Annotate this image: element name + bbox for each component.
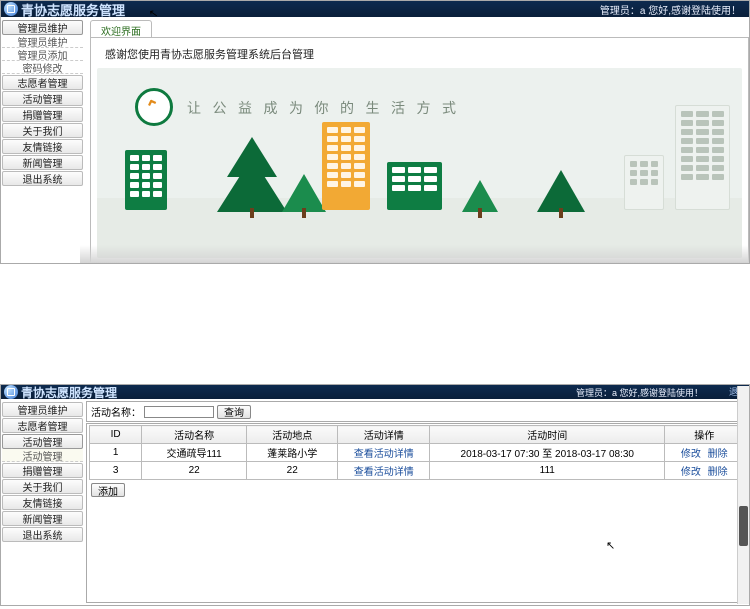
sidebar-item-exit[interactable]: 退出系统 xyxy=(2,527,83,542)
sidebar-sub-activity[interactable]: 活动管理 xyxy=(2,449,83,462)
activity-table: ID 活动名称 活动地点 活动详情 活动时间 操作 1 交通疏导111 蓬莱路小 xyxy=(89,425,744,480)
app-title: 青协志愿服务管理 xyxy=(21,384,117,401)
sidebar-item-links[interactable]: 友情链接 xyxy=(2,139,83,154)
screenshot-welcome: 青协志愿服务管理 管理员：a 您好,感谢登陆使用！ ↖ 管理员维护 管理员维护 … xyxy=(0,0,750,264)
col-detail: 活动详情 xyxy=(338,426,430,444)
cell-id: 1 xyxy=(90,444,142,462)
main-content: 活动名称： 查询 ID 活动名称 活动地点 活动详情 活动时 xyxy=(84,399,749,605)
sidebar-sub-password[interactable]: 密码修改 xyxy=(2,61,83,74)
search-button[interactable]: 查询 xyxy=(217,405,251,419)
sidebar-item-activity[interactable]: 活动管理 xyxy=(2,91,83,106)
col-name: 活动名称 xyxy=(142,426,247,444)
tree-icon xyxy=(462,180,498,212)
sidebar-item-news[interactable]: 新闻管理 xyxy=(2,155,83,170)
delete-link[interactable]: 删除 xyxy=(708,449,728,460)
building-icon xyxy=(675,105,730,210)
sidebar-item-volunteer[interactable]: 志愿者管理 xyxy=(2,418,83,433)
sidebar: 管理员维护 志愿者管理 活动管理 活动管理 捐赠管理 关于我们 友情链接 新闻管… xyxy=(1,399,84,542)
table-row: 3 22 22 查看活动详情 111 修改 删除 xyxy=(90,462,744,480)
user-prefix: 管理员： xyxy=(600,6,640,17)
view-detail-link[interactable]: 查看活动详情 xyxy=(354,467,414,478)
welcome-panel: 感谢您使用青协志愿服务管理系统后台管理 ⌃ 让 公 益 成 为 你 的 生 活 … xyxy=(90,38,749,263)
search-input[interactable] xyxy=(144,406,214,418)
table-row: 1 交通疏导111 蓬莱路小学 查看活动详情 2018-03-17 07:30 … xyxy=(90,444,744,462)
tree-icon xyxy=(217,157,287,212)
panel-shadow xyxy=(80,245,749,263)
search-label: 活动名称： xyxy=(91,404,141,419)
building-icon xyxy=(387,162,442,210)
table-header-row: ID 活动名称 活动地点 活动详情 活动时间 操作 xyxy=(90,426,744,444)
sidebar-item-links[interactable]: 友情链接 xyxy=(2,495,83,510)
delete-link[interactable]: 删除 xyxy=(708,467,728,478)
view-detail-link[interactable]: 查看活动详情 xyxy=(354,449,414,460)
sidebar-item-volunteer[interactable]: 志愿者管理 xyxy=(2,75,83,90)
col-time: 活动时间 xyxy=(430,426,665,444)
edit-link[interactable]: 修改 xyxy=(681,449,701,460)
cell-name: 22 xyxy=(142,462,247,480)
cell-name: 交通疏导111 xyxy=(142,444,247,462)
app-logo-icon xyxy=(4,385,18,399)
sidebar-item-donation[interactable]: 捐赠管理 xyxy=(2,107,83,122)
app-logo-icon xyxy=(4,2,18,16)
col-op: 操作 xyxy=(665,426,744,444)
topbar: 青协志愿服务管理 管理员：a 您好,感谢登陆使用！ 退出 xyxy=(1,385,749,399)
mouse-cursor-icon: ↖ xyxy=(606,539,615,552)
cell-place: 蓬莱路小学 xyxy=(246,444,338,462)
sidebar-item-admin[interactable]: 管理员维护 xyxy=(2,402,83,417)
user-greeting: 您好,感谢登陆使用！ xyxy=(645,6,741,17)
add-button[interactable]: 添加 xyxy=(91,483,125,497)
tree-icon xyxy=(537,170,585,212)
building-icon xyxy=(125,150,167,210)
topbar: 青协志愿服务管理 管理员：a 您好,感谢登陆使用！ xyxy=(1,1,749,17)
tab-welcome[interactable]: 欢迎界面 xyxy=(90,20,152,37)
topbar-user-info: 管理员：a 您好,感谢登陆使用！ xyxy=(600,2,741,17)
sidebar: 管理员维护 管理员维护 管理员添加 密码修改 志愿者管理 活动管理 捐赠管理 关… xyxy=(1,17,84,186)
welcome-illustration: ⌃ 让 公 益 成 为 你 的 生 活 方 式 xyxy=(97,68,742,258)
cell-time: 111 xyxy=(430,462,665,480)
sidebar-item-donation[interactable]: 捐赠管理 xyxy=(2,463,83,478)
main-content: 欢迎界面 感谢您使用青协志愿服务管理系统后台管理 ⌃ 让 公 益 成 为 你 的… xyxy=(84,17,749,263)
col-id: ID xyxy=(90,426,142,444)
activity-grid-wrap: ID 活动名称 活动地点 活动详情 活动时间 操作 1 交通疏导111 蓬莱路小 xyxy=(86,423,747,603)
clock-icon: ⌃ xyxy=(135,88,173,126)
building-icon xyxy=(322,122,370,210)
sidebar-item-about[interactable]: 关于我们 xyxy=(2,123,83,138)
edit-link[interactable]: 修改 xyxy=(681,467,701,478)
cell-id: 3 xyxy=(90,462,142,480)
topbar-user-info: 管理员：a 您好,感谢登陆使用！ xyxy=(576,386,703,399)
col-place: 活动地点 xyxy=(246,426,338,444)
search-bar: 活动名称： 查询 xyxy=(86,401,747,422)
building-icon xyxy=(624,155,664,210)
cell-place: 22 xyxy=(246,462,338,480)
screenshot-activity: 青协志愿服务管理 管理员：a 您好,感谢登陆使用！ 退出 管理员维护 志愿者管理… xyxy=(0,384,750,606)
cell-time: 2018-03-17 07:30 至 2018-03-17 08:30 xyxy=(430,444,665,462)
scrollbar-thumb[interactable] xyxy=(739,506,748,546)
tree-icon xyxy=(282,174,326,212)
welcome-text: 感谢您使用青协志愿服务管理系统后台管理 xyxy=(97,42,742,66)
tab-bar: 欢迎界面 xyxy=(90,20,749,38)
sidebar-item-about[interactable]: 关于我们 xyxy=(2,479,83,494)
vertical-scrollbar[interactable] xyxy=(737,386,749,604)
welcome-slogan: 让 公 益 成 为 你 的 生 活 方 式 xyxy=(187,98,460,118)
sidebar-item-exit[interactable]: 退出系统 xyxy=(2,171,83,186)
app-title: 青协志愿服务管理 xyxy=(21,0,125,19)
sidebar-item-news[interactable]: 新闻管理 xyxy=(2,511,83,526)
